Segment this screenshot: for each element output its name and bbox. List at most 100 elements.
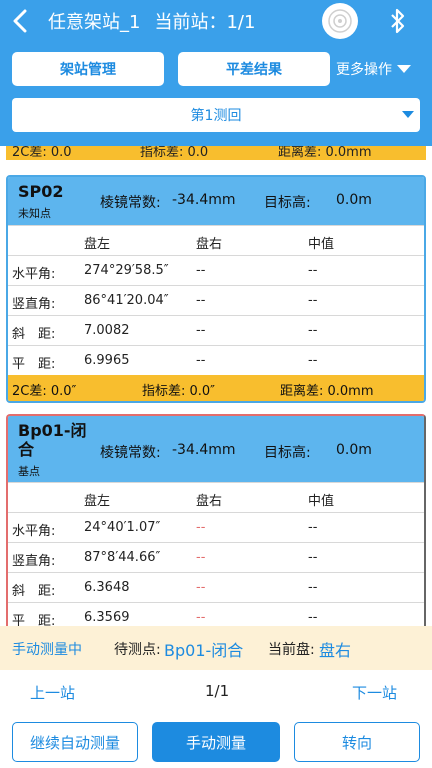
- face-left-value: 6.9965: [84, 353, 130, 368]
- table-header-row: 盘左 盘右 中值: [8, 225, 424, 255]
- prism-constant-value: -34.4mm: [172, 442, 236, 458]
- target-height-value: 0.0m: [336, 442, 372, 458]
- distance-diff: 距离差: 0.0mm: [280, 384, 374, 399]
- bluetooth-button[interactable]: [384, 6, 412, 36]
- face-left-value: 24°40′1.07″: [84, 520, 161, 535]
- point-name: Bp01-闭合: [18, 421, 87, 459]
- turn-button[interactable]: 转向: [294, 722, 420, 762]
- row-label: 斜 距:: [12, 327, 56, 342]
- mean-value: --: [308, 610, 318, 625]
- face-right-value: --: [196, 263, 206, 278]
- table-header-row: 盘左 盘右 中值: [8, 482, 424, 512]
- col-header-face-left: 盘左: [84, 237, 111, 252]
- col-header-face-right: 盘右: [196, 237, 223, 252]
- card-header: SP02 未知点 棱镜常数: -34.4mm 目标高: 0.0m: [8, 177, 424, 225]
- prism-constant-label: 棱镜常数:: [100, 445, 161, 461]
- index-diff: 指标差: 0.0: [140, 146, 209, 160]
- col-header-face-right: 盘右: [196, 494, 223, 509]
- current-face-label: 当前盘:: [268, 642, 315, 658]
- row-label: 平 距:: [12, 614, 56, 626]
- card-footer: 2C差: 0.0″ 指标差: 0.0″ 距离差: 0.0mm: [8, 375, 424, 401]
- mean-value: --: [308, 550, 318, 565]
- target-height-value: 0.0m: [336, 192, 372, 208]
- face-left-value: 86°41′20.04″: [84, 293, 169, 308]
- face-left-value: 6.3648: [84, 580, 130, 595]
- card-header: Bp01-闭合 基点 棱镜常数: -34.4mm 目标高: 0.0m: [8, 416, 424, 482]
- row-label: 水平角:: [12, 524, 56, 539]
- pending-point-value: Bp01-闭合: [164, 641, 244, 660]
- prev-station-button[interactable]: 上一站: [30, 682, 75, 703]
- face-left-value: 6.3569: [84, 610, 130, 625]
- face-right-value: --: [196, 550, 206, 565]
- connect-button[interactable]: [322, 3, 358, 39]
- mean-value: --: [308, 323, 318, 338]
- face-left-value: 7.0082: [84, 323, 130, 338]
- table-row: 斜 距: 6.3648 -- --: [8, 572, 424, 602]
- table-row: 平 距: 6.9965 -- --: [8, 345, 424, 375]
- next-station-button[interactable]: 下一站: [352, 682, 397, 703]
- mean-value: --: [308, 580, 318, 595]
- round-connect-icon: [328, 9, 352, 33]
- table-row: 水平角: 274°29′58.5″ -- --: [8, 255, 424, 285]
- back-button[interactable]: [0, 0, 40, 42]
- col-header-mean: 中值: [308, 237, 335, 252]
- station-pager: 上一站 1/1 下一站: [0, 670, 432, 714]
- face-right-value: --: [196, 520, 206, 535]
- adjust-result-button[interactable]: 平差结果: [178, 52, 330, 86]
- prism-constant-label: 棱镜常数:: [100, 195, 161, 211]
- observation-list[interactable]: 2C差: 0.0 指标差: 0.0 距离差: 0.0mm SP02 未知点 棱镜…: [0, 146, 432, 626]
- mean-value: --: [308, 293, 318, 308]
- point-card-bp01[interactable]: Bp01-闭合 基点 棱镜常数: -34.4mm 目标高: 0.0m 盘左 盘右…: [6, 414, 426, 626]
- c2-diff: 2C差: 0.0: [12, 146, 72, 160]
- point-name: SP02: [18, 182, 64, 201]
- triangle-down-icon: [397, 65, 411, 73]
- table-row: 斜 距: 7.0082 -- --: [8, 315, 424, 345]
- measure-mode: 手动测量中: [12, 642, 82, 658]
- face-right-value: --: [196, 323, 206, 338]
- c2-diff: 2C差: 0.0″: [12, 384, 77, 399]
- row-label: 平 距:: [12, 357, 56, 372]
- pending-point-label: 待测点:: [114, 642, 161, 658]
- target-height-label: 目标高:: [264, 445, 311, 461]
- mean-value: --: [308, 263, 318, 278]
- point-card-sp02[interactable]: SP02 未知点 棱镜常数: -34.4mm 目标高: 0.0m 盘左 盘右 中…: [6, 175, 426, 403]
- station-manage-button[interactable]: 架站管理: [12, 52, 164, 86]
- station-page: 1/1: [205, 682, 230, 700]
- row-label: 斜 距:: [12, 584, 56, 599]
- point-type: 未知点: [18, 207, 51, 220]
- point-type: 基点: [18, 465, 40, 478]
- measurement-status-bar: 手动测量中 待测点: Bp01-闭合 当前盘: 盘右: [0, 626, 432, 670]
- manual-measure-button[interactable]: 手动测量: [152, 722, 280, 762]
- face-right-value: --: [196, 580, 206, 595]
- index-diff: 指标差: 0.0″: [142, 384, 216, 399]
- face-right-value: --: [196, 610, 206, 625]
- target-height-label: 目标高:: [264, 195, 311, 211]
- face-left-value: 274°29′58.5″: [84, 263, 169, 278]
- more-ops-menu[interactable]: 更多操作: [336, 52, 412, 86]
- more-ops-label: 更多操作: [336, 62, 392, 78]
- round-select[interactable]: 第1测回: [12, 98, 420, 132]
- bluetooth-icon: [391, 8, 405, 34]
- row-label: 水平角:: [12, 267, 56, 282]
- table-row: 竖直角: 87°8′44.66″ -- --: [8, 542, 424, 572]
- mean-value: --: [308, 353, 318, 368]
- prism-constant-value: -34.4mm: [172, 192, 236, 208]
- col-header-mean: 中值: [308, 494, 335, 509]
- toolbar: 架站管理 平差结果 更多操作 第1测回: [0, 42, 432, 146]
- row-label: 竖直角:: [12, 297, 56, 312]
- app-header: 任意架站_1 当前站：1/1: [0, 0, 432, 42]
- table-row: 水平角: 24°40′1.07″ -- --: [8, 512, 424, 542]
- face-right-value: --: [196, 293, 206, 308]
- table-row: 平 距: 6.3569 -- --: [8, 602, 424, 626]
- round-select-value: 第1测回: [190, 108, 242, 124]
- face-left-value: 87°8′44.66″: [84, 550, 161, 565]
- station-indicator: 当前站：1/1: [154, 12, 256, 33]
- chevron-left-icon: [13, 9, 27, 33]
- page-title: 任意架站_1: [48, 12, 141, 33]
- mean-value: --: [308, 520, 318, 535]
- continue-auto-measure-button[interactable]: 继续自动测量: [12, 722, 138, 762]
- current-face-value: 盘右: [319, 641, 352, 660]
- row-label: 竖直角:: [12, 554, 56, 569]
- face-right-value: --: [196, 353, 206, 368]
- col-header-face-left: 盘左: [84, 494, 111, 509]
